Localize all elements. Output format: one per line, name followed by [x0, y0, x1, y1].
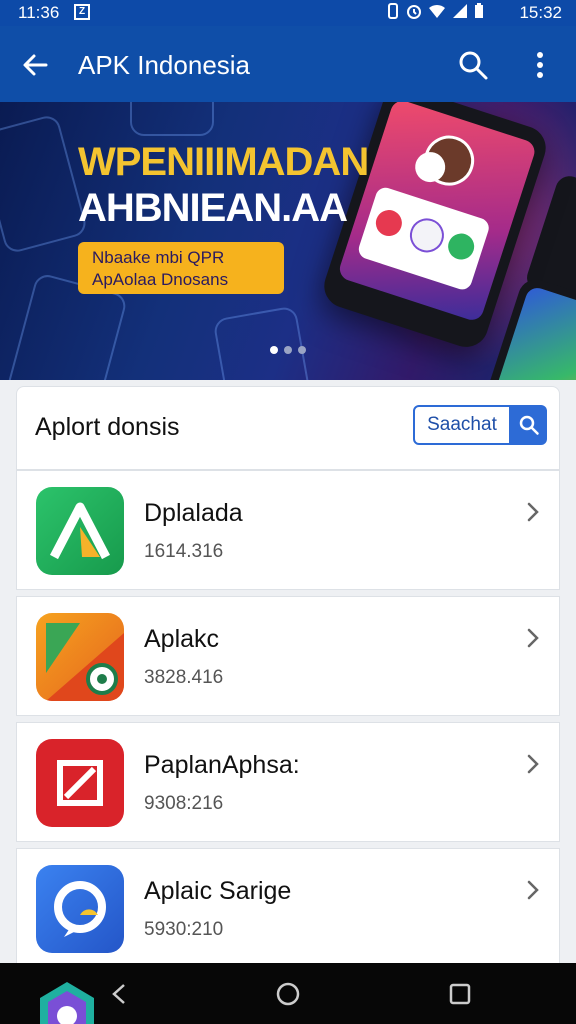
- carousel-indicator: [270, 346, 306, 354]
- section-header: Aplort donsis Saachat: [16, 386, 560, 470]
- list-item[interactable]: PaplanAphsa: 9308:216: [16, 722, 560, 842]
- status-time-right: 15:32: [519, 3, 562, 22]
- chevron-right-icon: [527, 628, 539, 648]
- chevron-right-icon: [527, 880, 539, 900]
- app-icon-red: [372, 206, 406, 240]
- section-title: Aplort donsis: [35, 413, 180, 441]
- more-vert-icon[interactable]: [526, 48, 554, 82]
- promo-banner[interactable]: WPENIIIMADAN AHBNIEAN.AA Nbaake mbi QPR …: [0, 102, 576, 380]
- list-item[interactable]: Dplalada 1614.316: [16, 470, 560, 590]
- list-item[interactable]: Aplaic Sarige 5930:210: [16, 848, 560, 968]
- vibrate-icon: [388, 3, 398, 19]
- app-name: Aplakc: [144, 625, 220, 653]
- app-meta: 5930:210: [144, 919, 224, 940]
- list-item[interactable]: Aplakc 3828.416: [16, 596, 560, 716]
- nav-recents-icon[interactable]: [445, 979, 475, 1009]
- carousel-dot[interactable]: [298, 346, 306, 354]
- status-time-left: 11:36: [18, 3, 60, 22]
- status-bar: 11:36 Z 15:32: [0, 0, 576, 26]
- app-meta: 1614.316: [144, 541, 224, 562]
- app-bar: APK Indonesia: [0, 26, 576, 102]
- carousel-dot[interactable]: [284, 346, 292, 354]
- app-card: [356, 185, 492, 293]
- search-icon[interactable]: [456, 48, 490, 82]
- cta-line-2: ApAolaa Dnosans: [92, 270, 229, 289]
- wifi-icon: [429, 4, 445, 18]
- app-name: Dplalada: [144, 499, 243, 527]
- red-square-app-icon: [36, 739, 124, 827]
- nav-back-icon[interactable]: [104, 979, 134, 1009]
- banner-subheadline: AHBNIEAN.AA: [78, 186, 348, 230]
- nav-home-icon[interactable]: [273, 979, 303, 1009]
- search-icon: [519, 415, 539, 435]
- notification-badge-icon: Z: [74, 4, 90, 20]
- decor-phone-outline: [130, 102, 214, 136]
- alarm-icon: [407, 5, 421, 19]
- chevron-right-icon: [527, 502, 539, 522]
- app-meta: 9308:216: [144, 793, 224, 814]
- back-arrow-icon[interactable]: [18, 48, 52, 82]
- banner-headline: WPENIIIMADAN: [78, 140, 369, 184]
- app-icon-plane: [405, 213, 449, 257]
- decor-phone-outline: [0, 113, 89, 255]
- orange-map-app-icon: [36, 613, 124, 701]
- carousel-dot[interactable]: [270, 346, 278, 354]
- app-name: PaplanAphsa:: [144, 751, 300, 779]
- search-field-button[interactable]: Saachat: [413, 405, 511, 445]
- app-name: Aplaic Sarige: [144, 877, 292, 905]
- search-button[interactable]: [511, 405, 547, 445]
- cta-line-1: Nbaake mbi QPR: [92, 248, 225, 267]
- blue-chat-app-icon: [36, 865, 124, 953]
- app-icon-green: [444, 230, 478, 263]
- brand-logo-icon: [40, 982, 94, 1024]
- app-meta: 3828.416: [144, 667, 224, 688]
- signal-icon: [453, 4, 467, 18]
- green-triangle-app-icon: [36, 487, 124, 575]
- chevron-right-icon: [527, 754, 539, 774]
- page-title: APK Indonesia: [78, 50, 251, 80]
- decor-phone-outline: [212, 305, 312, 380]
- battery-icon: [475, 3, 483, 18]
- banner-cta-button[interactable]: Nbaake mbi QPR ApAolaa Dnosans: [78, 242, 284, 294]
